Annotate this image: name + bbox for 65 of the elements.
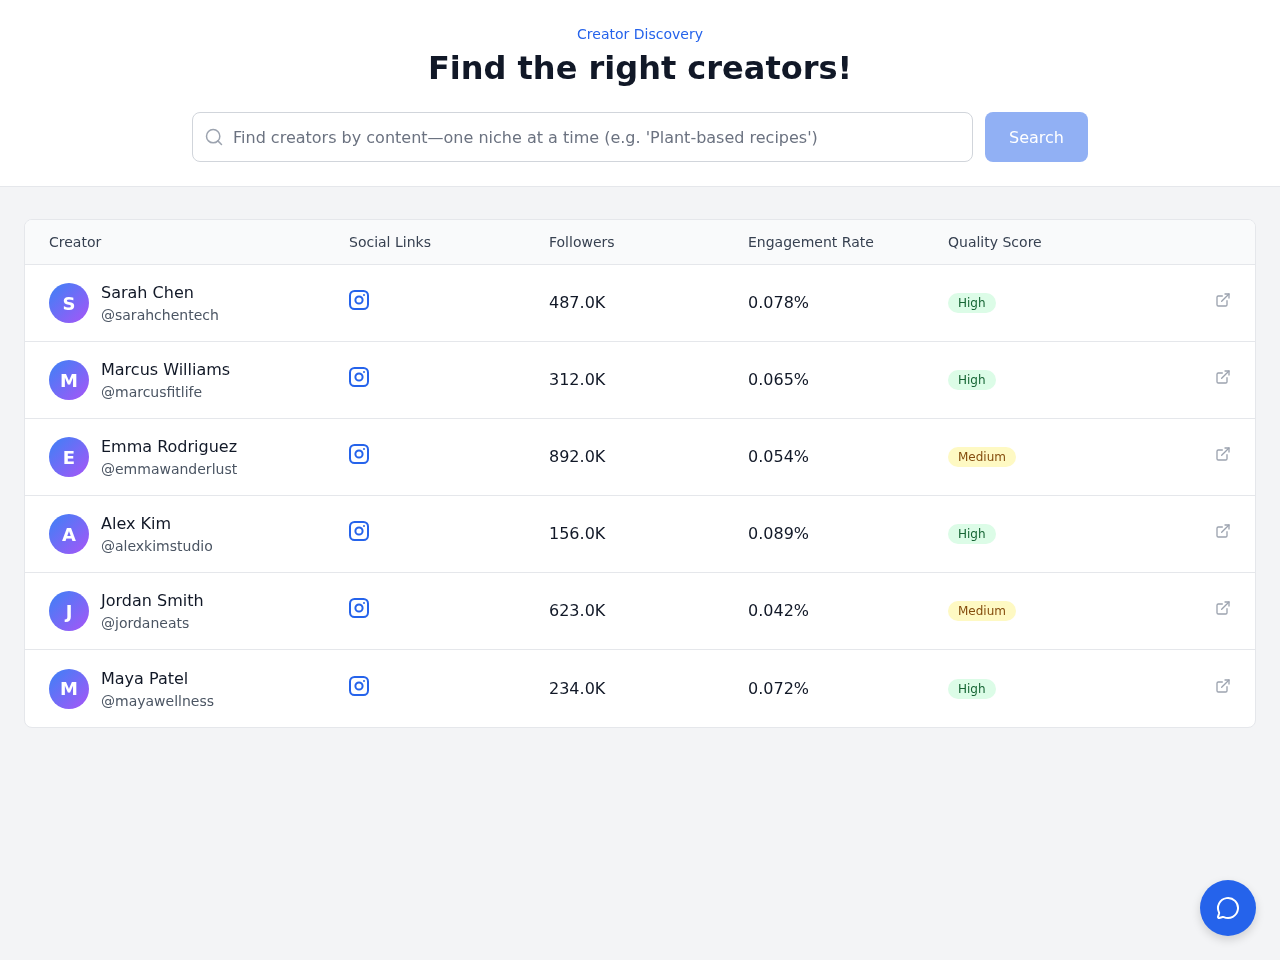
social-link[interactable] xyxy=(349,367,369,387)
followers-count: 892.0K xyxy=(549,446,606,468)
chat-icon xyxy=(1216,896,1240,920)
creator-name: Alex Kim xyxy=(101,513,172,535)
creator-handle: @marcusfitlife xyxy=(101,383,203,402)
page-title: Find the right creators! xyxy=(427,48,853,88)
camera-icon xyxy=(349,367,369,387)
social-link[interactable] xyxy=(349,598,369,618)
creator-name: Jordan Smith xyxy=(101,590,204,612)
camera-icon xyxy=(349,521,369,541)
avatar: M xyxy=(49,668,89,709)
creator-name: Sarah Chen xyxy=(101,282,194,304)
search-icon xyxy=(204,127,224,147)
followers-count: 312.0K xyxy=(549,369,606,391)
creator-handle: @mayawellness xyxy=(101,691,214,711)
avatar: S xyxy=(49,283,89,323)
engagement-rate: 0.072% xyxy=(748,677,809,700)
column-header: Creator xyxy=(49,233,102,252)
column-header: Followers xyxy=(549,233,615,252)
external-link-icon xyxy=(1215,369,1231,385)
creator-handle: @emmawanderlust xyxy=(101,460,238,479)
external-link-icon xyxy=(1215,446,1231,462)
social-link[interactable] xyxy=(349,675,369,696)
column-header: Engagement Rate xyxy=(748,233,874,252)
avatar: J xyxy=(49,591,89,631)
creator-name: Marcus Williams xyxy=(101,359,231,381)
quality-score: High xyxy=(948,524,996,544)
quality-score: High xyxy=(948,370,996,390)
search-field[interactable]: Find creators by content—one niche at a time (e.g. 'Plant-based recipes') xyxy=(192,112,974,162)
followers-count: 234.0K xyxy=(549,677,606,700)
social-link[interactable] xyxy=(349,290,369,310)
quality-score: Medium xyxy=(948,601,1016,621)
quality-score: High xyxy=(948,678,996,699)
external-link-icon xyxy=(1215,677,1231,694)
camera-icon xyxy=(349,675,369,696)
camera-icon xyxy=(349,290,369,310)
column-header: Quality Score xyxy=(948,233,1042,252)
engagement-rate: 0.078% xyxy=(748,292,809,314)
avatar: A xyxy=(49,514,89,554)
external-link-icon xyxy=(1215,600,1231,616)
creator-name: Maya Patel xyxy=(101,667,189,690)
social-link[interactable] xyxy=(349,444,369,464)
creator-handle: @jordaneats xyxy=(101,614,190,633)
engagement-rate: 0.054% xyxy=(748,446,809,468)
page-eyebrow: Creator Discovery xyxy=(577,25,703,44)
engagement-rate: 0.042% xyxy=(748,600,809,622)
avatar: E xyxy=(49,437,89,477)
engagement-rate: 0.065% xyxy=(748,369,809,391)
camera-icon xyxy=(349,444,369,464)
external-link-icon xyxy=(1215,292,1231,308)
followers-count: 487.0K xyxy=(549,292,606,314)
creator-handle: @sarahchentech xyxy=(101,306,219,325)
followers-count: 623.0K xyxy=(549,600,606,622)
camera-icon xyxy=(349,598,369,618)
engagement-rate: 0.089% xyxy=(748,523,809,545)
external-link-icon xyxy=(1215,523,1231,539)
chat-button[interactable] xyxy=(1200,880,1256,936)
followers-count: 156.0K xyxy=(549,523,606,545)
column-header: Social Links xyxy=(349,233,431,252)
avatar: M xyxy=(49,360,89,400)
creator-name: Emma Rodriguez xyxy=(101,436,238,458)
quality-score: Medium xyxy=(948,447,1016,467)
social-link[interactable] xyxy=(349,521,369,541)
quality-score: High xyxy=(948,293,996,313)
creator-handle: @alexkimstudio xyxy=(101,537,213,556)
